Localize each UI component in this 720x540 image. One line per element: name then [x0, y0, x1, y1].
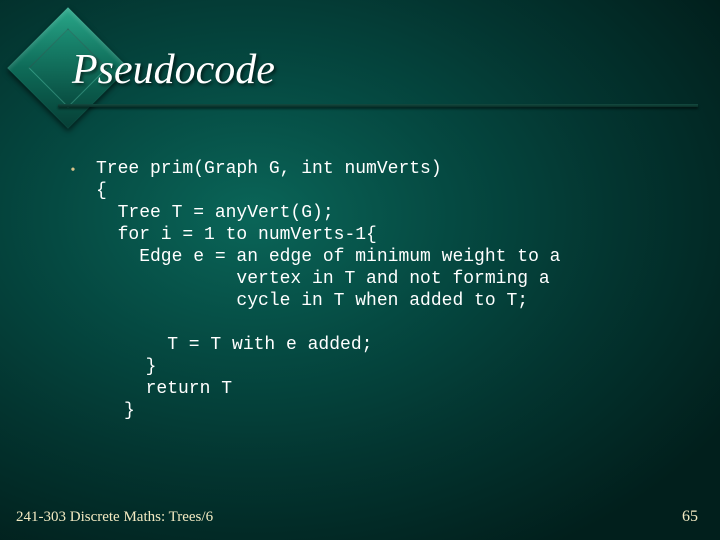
page-number: 65	[682, 508, 698, 526]
pseudocode-part2: T = T with e added; } return T }	[96, 334, 560, 422]
bullet-icon: •	[68, 158, 78, 182]
slide-content: • Tree prim(Graph G, int numVerts) { Tre…	[68, 158, 688, 422]
slide-title: Pseudocode	[72, 46, 275, 94]
footer-text: 241-303 Discrete Maths: Trees/6	[16, 509, 213, 526]
bullet-item: • Tree prim(Graph G, int numVerts) { Tre…	[68, 158, 688, 422]
title-underline	[58, 104, 698, 107]
code-body: Tree prim(Graph G, int numVerts) { Tree …	[96, 158, 560, 422]
pseudocode-part1: Tree prim(Graph G, int numVerts) { Tree …	[96, 158, 560, 312]
